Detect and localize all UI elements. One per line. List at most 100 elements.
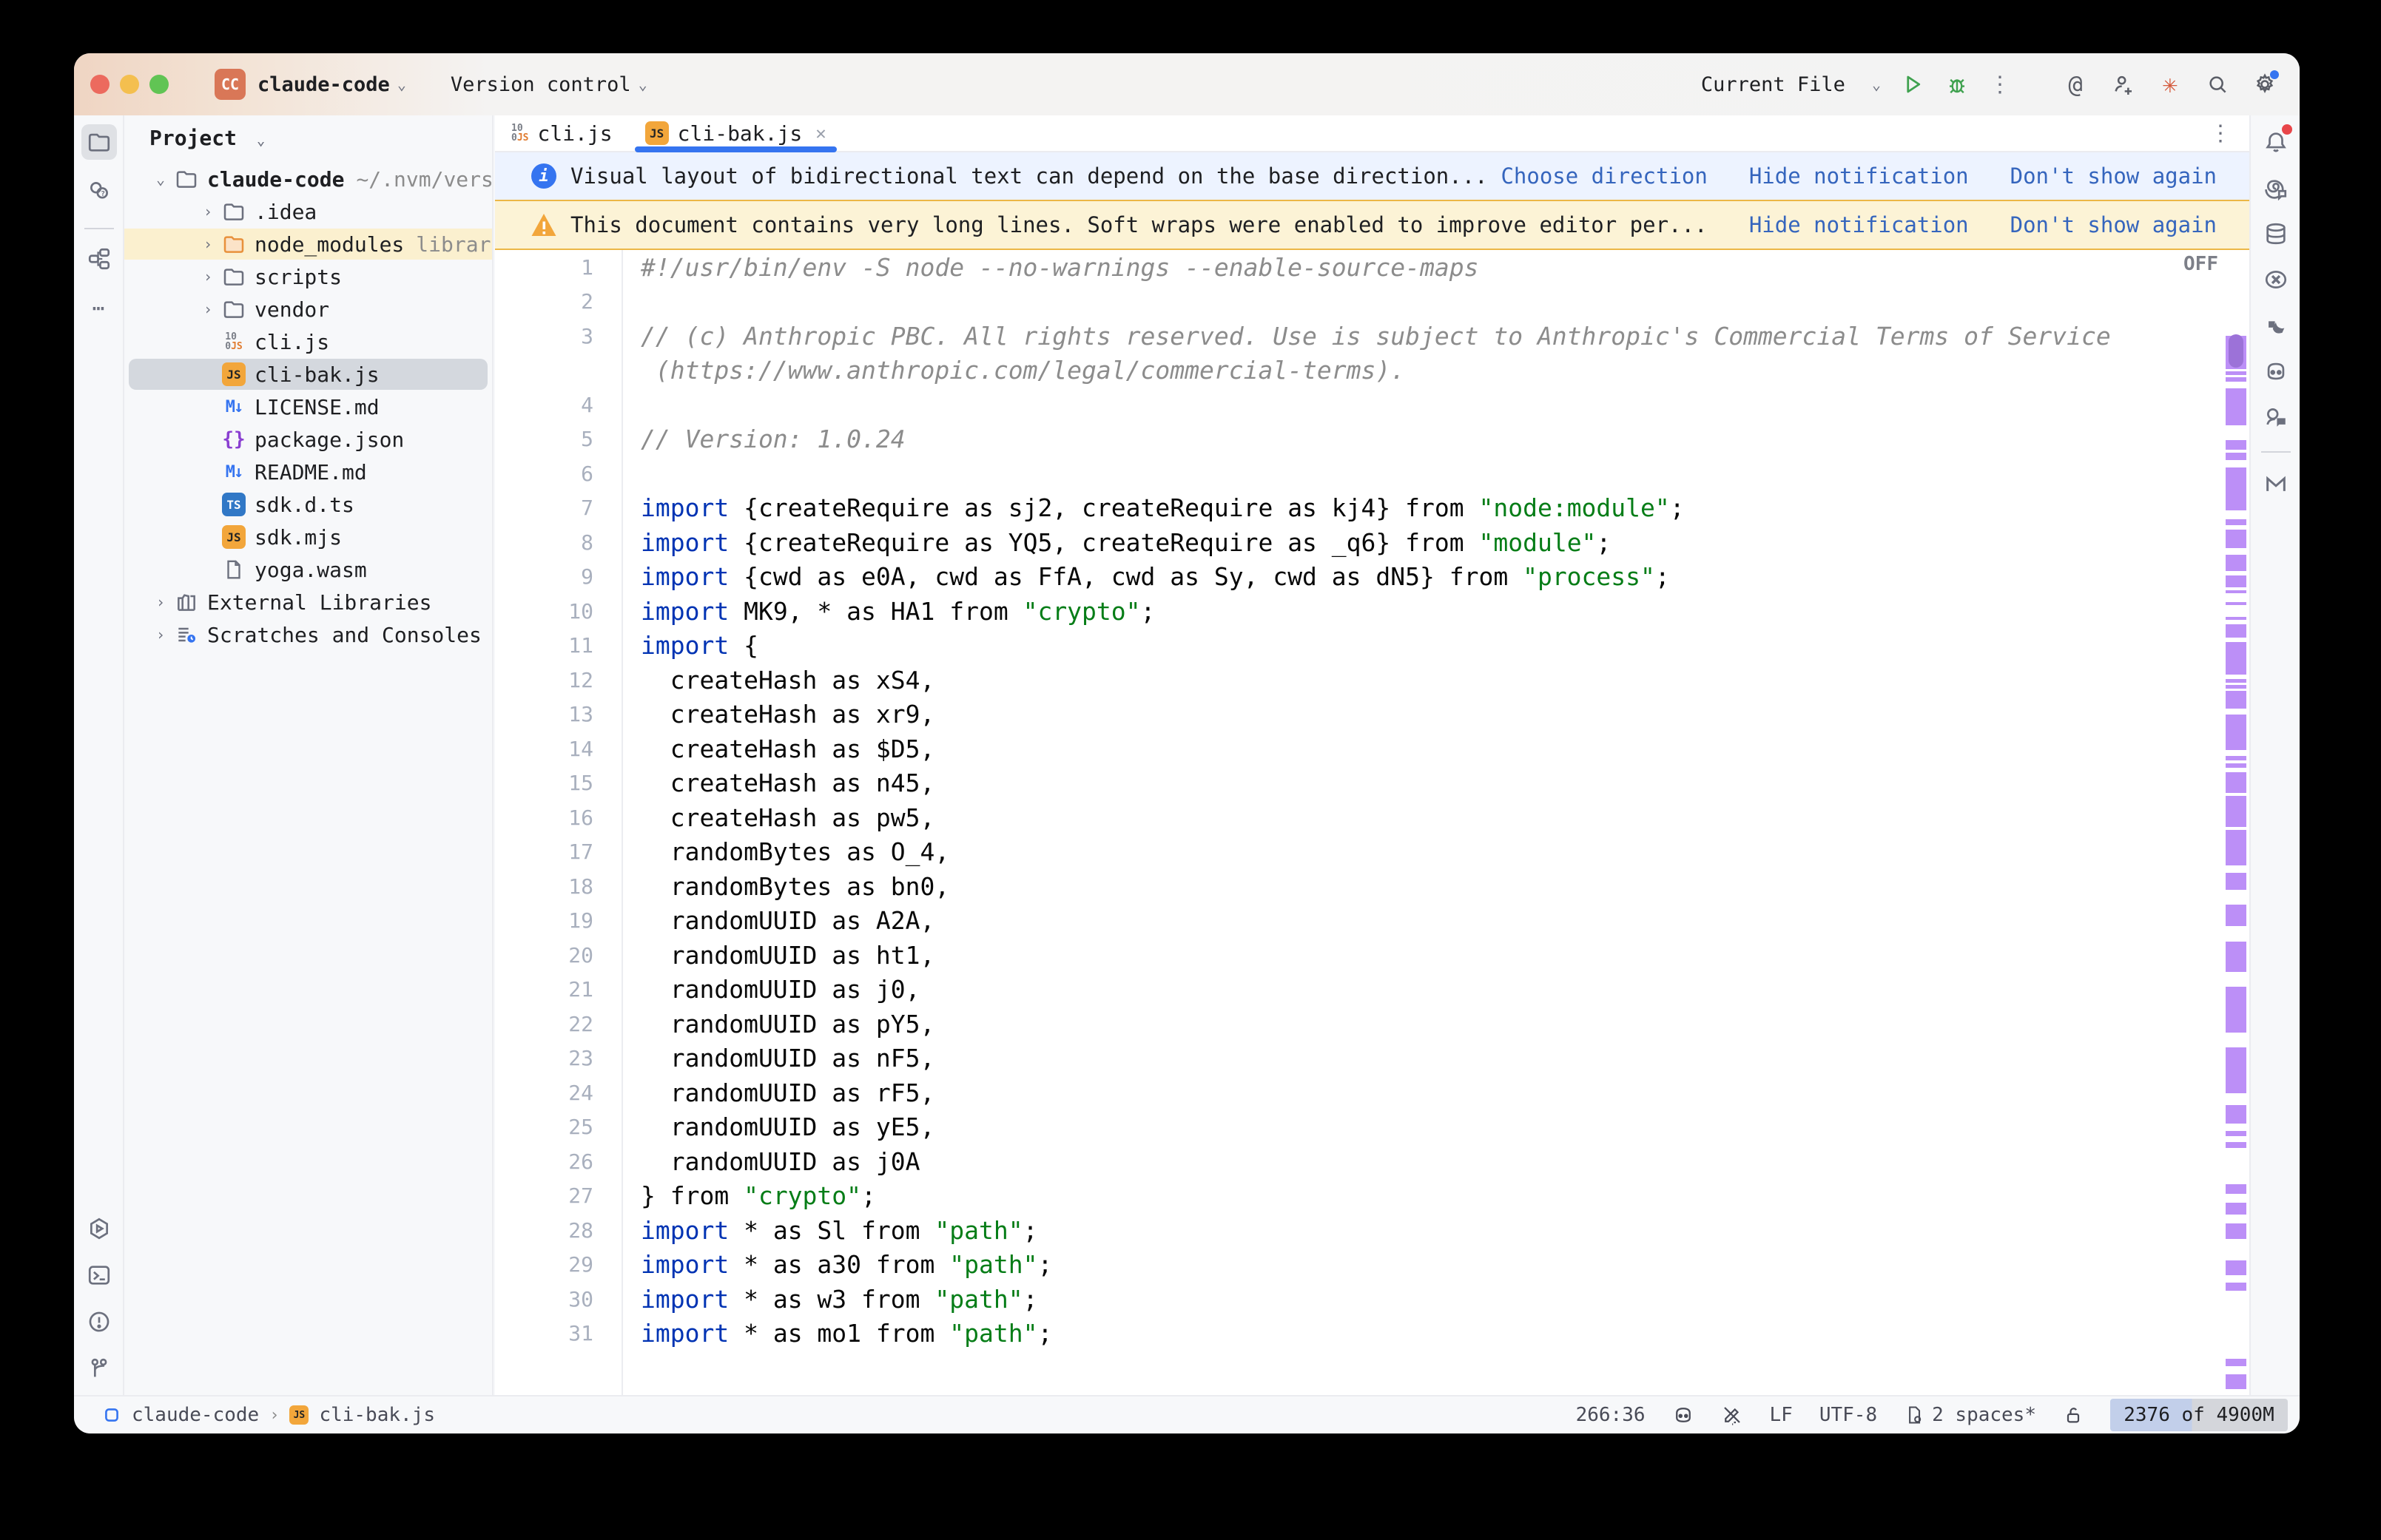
line-number[interactable]: 1 [495, 255, 593, 280]
line-number[interactable]: 15 [495, 771, 593, 795]
tree-item-scratches-and-consoles[interactable]: ›Scratches and Consoles [124, 618, 492, 651]
people-chat-icon[interactable] [2258, 399, 2294, 435]
terminal-icon[interactable] [81, 1257, 117, 1293]
encoding-widget[interactable]: UTF-8 [1819, 1404, 1877, 1426]
tree-item--idea[interactable]: ›.idea [124, 195, 492, 228]
more-dots-icon[interactable]: ⋯ [81, 290, 117, 325]
line-number[interactable]: 26 [495, 1149, 593, 1174]
tree-item-scripts[interactable]: ›scripts [124, 260, 492, 293]
code-editor[interactable]: OFF 1#!/usr/bin/env -S node --no-warning… [495, 250, 2249, 1395]
line-number[interactable]: 25 [495, 1115, 593, 1139]
indent-widget[interactable]: 2 spaces* [1904, 1404, 2036, 1426]
line-number[interactable]: 20 [495, 943, 593, 967]
project-folder-icon[interactable] [81, 124, 117, 160]
banner-link-choose-direction[interactable]: Choose direction [1501, 163, 1707, 189]
close-window-button[interactable] [90, 75, 110, 94]
run-services-icon[interactable] [81, 1211, 117, 1246]
readonly-toggle-icon[interactable] [1721, 1404, 1743, 1426]
caret-position-widget[interactable]: 266:36 [1576, 1404, 1646, 1426]
line-number[interactable]: 7 [495, 496, 593, 520]
problems-icon[interactable] [81, 1304, 117, 1340]
search-everywhere-button[interactable] [2205, 72, 2230, 97]
banner-link-don-t-show-again[interactable]: Don't show again [2010, 163, 2217, 189]
tree-item-node-modules[interactable]: ›node_moduleslibrary [124, 228, 492, 260]
more-actions-menu[interactable]: ⋮ [1989, 72, 2011, 98]
breadcrumb-project[interactable]: claude-code [132, 1404, 259, 1426]
zoom-window-button[interactable] [149, 75, 169, 94]
line-ending-widget[interactable]: LF [1770, 1404, 1793, 1426]
line-number[interactable]: 27 [495, 1183, 593, 1208]
chevron-down-icon[interactable]: ⌄ [149, 170, 172, 188]
tree-item-package-json[interactable]: {}package.json [124, 423, 492, 456]
settings-button[interactable] [2252, 72, 2277, 97]
line-number[interactable]: 9 [495, 564, 593, 589]
tree-item-external-libraries[interactable]: ›External Libraries [124, 586, 492, 618]
chevron-right-icon[interactable]: › [197, 203, 219, 220]
circled-x-icon[interactable] [2258, 262, 2294, 297]
scrollbar-thumb[interactable] [2229, 334, 2243, 368]
bot-head-icon[interactable] [2258, 354, 2294, 389]
ai-assistant-icon[interactable] [2258, 170, 2294, 206]
line-number[interactable]: 13 [495, 702, 593, 726]
add-user-button[interactable] [2110, 72, 2135, 97]
editor-tab-cli-js[interactable]: 100JScli.js [495, 115, 629, 151]
line-number[interactable]: 31 [495, 1321, 593, 1345]
line-number[interactable]: 12 [495, 668, 593, 692]
chevron-right-icon[interactable]: › [197, 300, 219, 318]
line-number[interactable]: 5 [495, 427, 593, 451]
copilot-status-icon[interactable] [1672, 1404, 1694, 1426]
tree-item-vendor[interactable]: ›vendor [124, 293, 492, 325]
tree-item-license-md[interactable]: M↓LICENSE.md [124, 391, 492, 423]
tree-item-cli-bak-js[interactable]: JScli-bak.js [124, 358, 492, 391]
plugin-shapes-icon[interactable] [2258, 308, 2294, 343]
line-number[interactable]: 29 [495, 1252, 593, 1277]
tab-options-menu[interactable]: ⋮ [2209, 121, 2232, 146]
close-tab-icon[interactable]: ✕ [815, 123, 826, 143]
tree-item-claude-code[interactable]: ⌄claude-code~/.nvm/vers [124, 163, 492, 195]
chevron-right-icon[interactable]: › [149, 626, 172, 644]
version-control-menu[interactable]: Version control [451, 73, 631, 96]
line-number[interactable]: 17 [495, 840, 593, 864]
mentions-icon[interactable]: @ [2063, 72, 2088, 97]
line-number[interactable]: 4 [495, 393, 593, 417]
line-number[interactable]: 6 [495, 462, 593, 486]
tree-item-cli-js[interactable]: 100JScli.js [124, 325, 492, 358]
notifications-bell-icon[interactable] [2258, 124, 2294, 160]
line-number[interactable]: 2 [495, 289, 593, 314]
project-panel-header[interactable]: Project ⌄ [149, 126, 265, 150]
ai-burst-icon[interactable]: ✳ [2158, 72, 2183, 97]
line-number[interactable]: 23 [495, 1046, 593, 1070]
line-number[interactable]: 28 [495, 1218, 593, 1243]
line-number[interactable]: 10 [495, 599, 593, 624]
editor-tab-cli-bak-js[interactable]: JScli-bak.js✕ [629, 115, 843, 151]
m-plugin-icon[interactable] [2258, 466, 2294, 501]
tree-item-readme-md[interactable]: M↓README.md [124, 456, 492, 488]
pull-requests-icon[interactable]: ? [81, 173, 117, 209]
banner-link-hide-notification[interactable]: Hide notification [1749, 212, 1969, 237]
line-number[interactable]: 19 [495, 908, 593, 933]
editor-scrollbar[interactable] [2223, 250, 2249, 1395]
database-icon[interactable] [2258, 216, 2294, 251]
chevron-right-icon[interactable]: › [149, 593, 172, 611]
run-configuration-selector[interactable]: Current File [1701, 73, 1845, 96]
line-number[interactable]: 18 [495, 874, 593, 899]
unlocked-padlock-icon[interactable] [2063, 1405, 2084, 1425]
project-name-menu[interactable]: claude-code [257, 73, 390, 96]
banner-link-don-t-show-again[interactable]: Don't show again [2010, 212, 2217, 237]
tree-item-sdk-mjs[interactable]: JSsdk.mjs [124, 521, 492, 553]
memory-indicator[interactable]: 2376 of 4900M [2110, 1399, 2288, 1431]
line-number[interactable]: 24 [495, 1081, 593, 1105]
line-number[interactable]: 14 [495, 737, 593, 761]
git-branch-icon[interactable] [81, 1351, 117, 1386]
chevron-right-icon[interactable]: › [197, 268, 219, 286]
line-number[interactable]: 8 [495, 530, 593, 555]
line-number[interactable]: 22 [495, 1012, 593, 1036]
chevron-right-icon[interactable]: › [197, 235, 219, 253]
line-number[interactable]: 11 [495, 633, 593, 658]
breadcrumb-file[interactable]: cli-bak.js [319, 1404, 435, 1426]
line-number[interactable]: 21 [495, 977, 593, 1002]
minimize-window-button[interactable] [120, 75, 139, 94]
line-number[interactable]: 30 [495, 1287, 593, 1311]
run-button[interactable] [1900, 72, 1925, 97]
line-number[interactable]: 3 [495, 324, 593, 348]
